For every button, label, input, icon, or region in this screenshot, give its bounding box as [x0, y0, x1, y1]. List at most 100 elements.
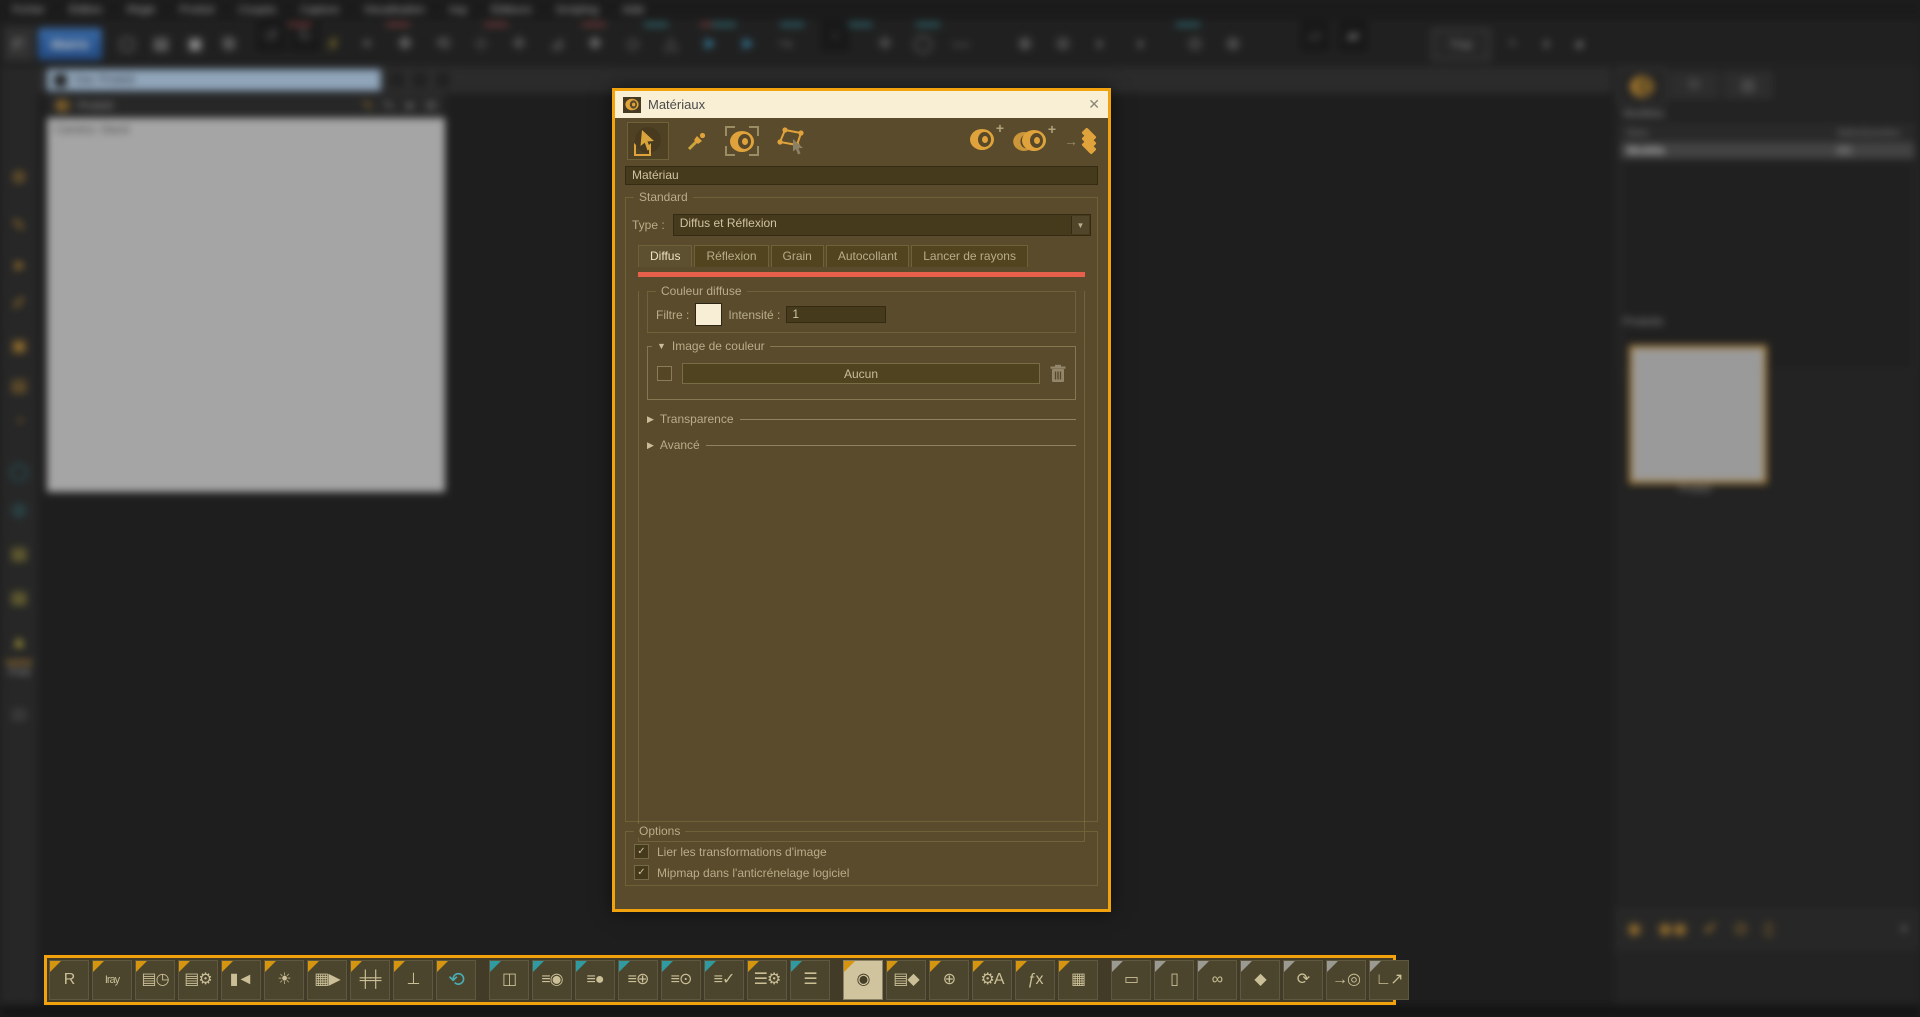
corner-badge [1155, 961, 1166, 972]
corner-badge [1112, 961, 1123, 972]
iray-render-icon[interactable]: Iray [92, 960, 132, 1000]
image-select-button[interactable]: Aucun [682, 363, 1040, 384]
mipmap-checkbox[interactable]: ✓ [634, 865, 649, 880]
corner-badge [1241, 961, 1252, 972]
corner-badge [136, 961, 147, 972]
wrench-badge-icon[interactable]: ◆ [1240, 960, 1280, 1000]
corner-badge [50, 961, 61, 972]
door-light-icon[interactable]: ▯ [1154, 960, 1194, 1000]
options-group-label: Options [634, 824, 685, 838]
lighting-icon[interactable]: ☀ [264, 960, 304, 1000]
material-ball-icon [625, 99, 638, 111]
close-icon[interactable]: ✕ [1088, 96, 1100, 113]
corner-badge [1370, 961, 1381, 972]
mipmap-label: Mipmap dans l'anticrénelage logiciel [657, 866, 849, 880]
visibility-layers-icon[interactable]: ≡⊙ [661, 960, 701, 1000]
curve-graph-icon[interactable]: ∟↗ [1369, 960, 1409, 1000]
options-group: Options ✓ Lier les transformations d'ima… [625, 831, 1098, 886]
environment-layers-icon[interactable]: ≡⊕ [618, 960, 658, 1000]
unfold-box-icon[interactable]: ◫ [489, 960, 529, 1000]
render-queue-icon[interactable]: ▤◷ [135, 960, 175, 1000]
environment-editor-icon[interactable]: ⊕ [929, 960, 969, 1000]
eyedropper-tool-icon[interactable] [685, 129, 709, 153]
filter-label: Filtre : [656, 308, 689, 322]
color-image-header[interactable]: ▼ Image de couleur [652, 339, 770, 353]
corner-badge [1284, 961, 1295, 972]
dialog-tab[interactable]: Grain [771, 245, 824, 267]
material-layers-icon[interactable]: ≡◉ [532, 960, 572, 1000]
corner-badge [619, 961, 630, 972]
images-editor-icon[interactable]: ▤◆ [886, 960, 926, 1000]
render-icon[interactable]: R [49, 960, 89, 1000]
chevron-expanded-icon[interactable]: ▼ [657, 341, 666, 351]
checklist-tools-icon[interactable]: ☰⚙ [747, 960, 787, 1000]
position-layers-icon[interactable]: ≡● [575, 960, 615, 1000]
effects-fx-editor-icon[interactable]: ƒx [1015, 960, 1055, 1000]
lasso-select-tool-icon[interactable] [775, 127, 809, 155]
chevron-collapsed-icon[interactable]: ▶ [647, 440, 654, 451]
diffuse-color-group: Couleur diffuse Filtre : Intensité : 1 [647, 291, 1076, 333]
postprocess-film-icon[interactable]: ▦ [1058, 960, 1098, 1000]
materials-editor-icon[interactable]: ◉ [843, 960, 883, 1000]
intensity-input[interactable]: 1 [786, 306, 886, 323]
trash-icon[interactable] [1050, 364, 1066, 383]
corner-badge [973, 961, 984, 972]
validation-layers-icon[interactable]: ≡✓ [704, 960, 744, 1000]
video-capture-icon[interactable]: ▮◄ [221, 960, 261, 1000]
duplicate-material-button[interactable]: + [1012, 130, 1046, 152]
arrow-icon: → [1064, 133, 1078, 149]
corner-badge [662, 961, 673, 972]
color-image-label: Image de couleur [672, 339, 765, 353]
apply-to-layers-button[interactable]: → [1064, 132, 1096, 150]
corner-badge [93, 961, 104, 972]
chevron-down-icon[interactable]: ▼ [1071, 216, 1089, 234]
corner-badge [351, 961, 362, 972]
new-material-button[interactable]: + [970, 129, 994, 153]
measure-ruler-icon[interactable]: ▭ [1111, 960, 1151, 1000]
transparency-section[interactable]: ▶ Transparence [647, 412, 1076, 426]
materials-dialog-icon [623, 97, 641, 113]
chevron-collapsed-icon[interactable]: ▶ [647, 414, 654, 425]
dialog-tab[interactable]: Réflexion [694, 245, 768, 267]
corner-badge [1059, 961, 1070, 972]
joystick-icon[interactable]: ⊥ [393, 960, 433, 1000]
dialog-toolbar-right: + + → [970, 129, 1096, 153]
materials-dialog: Matériaux ✕ [612, 88, 1111, 912]
image-enable-checkbox[interactable] [657, 366, 672, 381]
highlight-bar [638, 272, 1085, 277]
stereo-glasses-icon[interactable]: ∞ [1197, 960, 1237, 1000]
link-transform-checkbox[interactable]: ✓ [634, 844, 649, 859]
corner-badge [490, 961, 501, 972]
config-wrench-icon[interactable]: ⟲ [436, 960, 476, 1000]
dialog-tab[interactable]: Autocollant [826, 245, 909, 267]
animation-clapper-icon[interactable]: ▦▶ [307, 960, 347, 1000]
color-swatch[interactable] [695, 303, 722, 326]
sliders-settings-icon[interactable]: ╪╪ [350, 960, 390, 1000]
material-type-select[interactable]: Diffus et Réflexion ▼ [673, 214, 1091, 236]
standard-group: Standard Type : Diffus et Réflexion ▼ Di… [625, 197, 1098, 822]
select-material-tool[interactable] [627, 122, 669, 160]
corner-badge [394, 961, 405, 972]
cursor-icon [638, 129, 658, 153]
diffuse-tab-panel: Couleur diffuse Filtre : Intensité : 1 ▼… [638, 291, 1085, 842]
intensity-label: Intensité : [728, 308, 780, 322]
material-name-input[interactable]: Matériau [625, 166, 1098, 185]
corner-badge [748, 961, 759, 972]
divider [740, 419, 1076, 420]
dialog-title-bar[interactable]: Matériaux ✕ [615, 91, 1108, 118]
corner-badge [533, 961, 544, 972]
divider [706, 445, 1076, 446]
target-arrow-icon[interactable]: →◎ [1326, 960, 1366, 1000]
rotate-wrench-icon[interactable]: ⟳ [1283, 960, 1323, 1000]
corner-badge [705, 961, 716, 972]
link-transform-label: Lier les transformations d'image [657, 845, 827, 859]
auto-gear-editor-icon[interactable]: ⚙A [972, 960, 1012, 1000]
render-settings-icon[interactable]: ▤⚙ [178, 960, 218, 1000]
checklist-icon[interactable]: ☰ [790, 960, 830, 1000]
dialog-tab[interactable]: Lancer de rayons [911, 245, 1028, 267]
advanced-section[interactable]: ▶ Avancé [647, 438, 1076, 452]
pick-material-tool[interactable] [725, 126, 759, 156]
corner-badge [1327, 961, 1338, 972]
editors-toolbar: R Iray ▤◷ ▤⚙ ▮◄ ☀ ▦▶ ╪╪ ⊥ ⟲ [44, 955, 1396, 1005]
dialog-tab[interactable]: Diffus [638, 245, 692, 267]
